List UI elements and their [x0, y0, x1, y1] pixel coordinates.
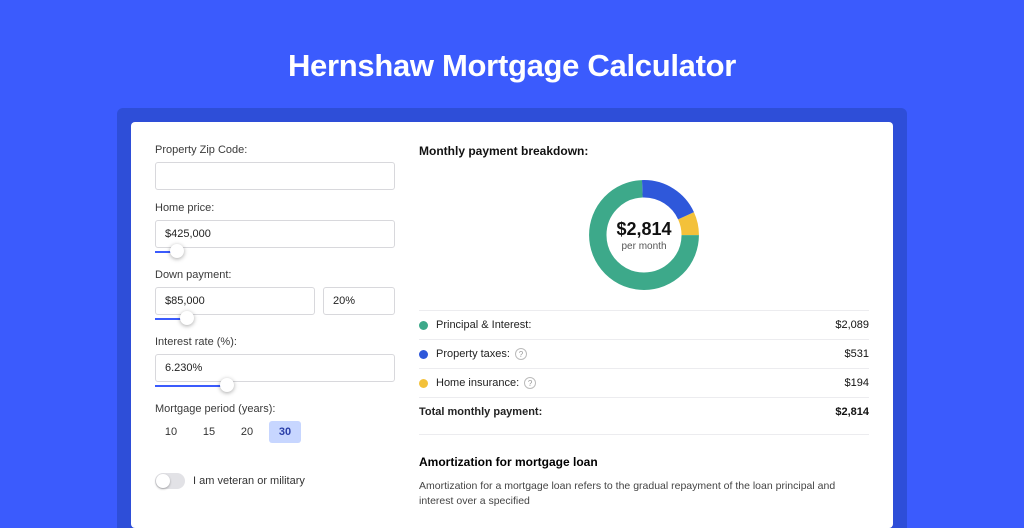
tax-value: $531 [845, 348, 869, 360]
pi-value: $2,089 [835, 319, 869, 331]
rate-slider-thumb[interactable] [220, 378, 234, 392]
price-slider[interactable] [155, 247, 395, 257]
amortization-title: Amortization for mortgage loan [419, 455, 869, 469]
zip-field: Property Zip Code: [155, 144, 395, 190]
amortization-section: Amortization for mortgage loan Amortizat… [419, 434, 869, 509]
rate-slider[interactable] [155, 381, 395, 391]
row-property-taxes: Property taxes: ? $531 [419, 339, 869, 368]
rate-field: Interest rate (%): [155, 336, 395, 391]
page-title: Hernshaw Mortgage Calculator [0, 48, 1024, 84]
zip-label: Property Zip Code: [155, 144, 395, 156]
tax-label: Property taxes: [436, 348, 510, 360]
price-input[interactable] [155, 220, 395, 248]
price-label: Home price: [155, 202, 395, 214]
downpayment-slider-thumb[interactable] [180, 311, 194, 325]
rate-label: Interest rate (%): [155, 336, 395, 348]
calculator-card: Property Zip Code: Home price: Down paym… [131, 122, 893, 528]
row-total: Total monthly payment: $2,814 [419, 397, 869, 426]
donut-sub: per month [621, 241, 666, 252]
rate-input[interactable] [155, 354, 395, 382]
donut-center: $2,814 per month [583, 174, 705, 296]
price-slider-thumb[interactable] [170, 244, 184, 258]
row-principal-interest: Principal & Interest: $2,089 [419, 310, 869, 339]
price-field: Home price: [155, 202, 395, 257]
payment-donut-chart: $2,814 per month [583, 174, 705, 296]
donut-area: $2,814 per month [419, 168, 869, 310]
total-value: $2,814 [835, 406, 869, 418]
downpayment-amount-input[interactable] [155, 287, 315, 315]
inputs-panel: Property Zip Code: Home price: Down paym… [155, 144, 395, 528]
period-option-10[interactable]: 10 [155, 421, 187, 443]
breakdown-panel: Monthly payment breakdown: $2,814 per mo… [419, 144, 869, 528]
row-home-insurance: Home insurance: ? $194 [419, 368, 869, 397]
period-option-15[interactable]: 15 [193, 421, 225, 443]
donut-amount: $2,814 [616, 219, 671, 240]
info-icon[interactable]: ? [524, 377, 536, 389]
pi-label: Principal & Interest: [436, 319, 531, 331]
period-option-20[interactable]: 20 [231, 421, 263, 443]
ins-label: Home insurance: [436, 377, 519, 389]
amortization-body: Amortization for a mortgage loan refers … [419, 479, 869, 509]
ins-value: $194 [845, 377, 869, 389]
period-option-30[interactable]: 30 [269, 421, 301, 443]
dot-icon [419, 321, 428, 330]
downpayment-label: Down payment: [155, 269, 395, 281]
dot-icon [419, 379, 428, 388]
zip-input[interactable] [155, 162, 395, 190]
period-field: Mortgage period (years): 10 15 20 30 [155, 403, 395, 443]
period-options: 10 15 20 30 [155, 421, 395, 443]
veteran-label: I am veteran or military [193, 475, 305, 487]
calculator-card-outer: Property Zip Code: Home price: Down paym… [117, 108, 907, 528]
dot-icon [419, 350, 428, 359]
veteran-row: I am veteran or military [155, 473, 395, 489]
downpayment-percent-input[interactable] [323, 287, 395, 315]
downpayment-field: Down payment: [155, 269, 395, 324]
downpayment-slider[interactable] [155, 314, 315, 324]
veteran-toggle[interactable] [155, 473, 185, 489]
total-label: Total monthly payment: [419, 406, 542, 418]
info-icon[interactable]: ? [515, 348, 527, 360]
period-label: Mortgage period (years): [155, 403, 395, 415]
breakdown-header: Monthly payment breakdown: [419, 144, 869, 158]
toggle-knob [156, 474, 170, 488]
